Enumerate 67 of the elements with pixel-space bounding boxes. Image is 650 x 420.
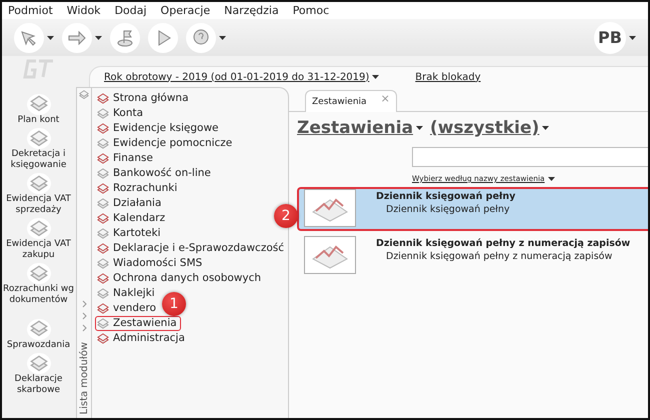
- report-description: Dziennik księgowań pełny z numeracją zapisów: [385, 251, 614, 262]
- report-title: Dziennik księgowań pełny z numeracją zapisów: [376, 238, 630, 249]
- dropdown-icon: [372, 75, 380, 79]
- stack-icon: [30, 95, 48, 113]
- module-item[interactable]: Ewidencje księgowe: [95, 121, 223, 136]
- module-item[interactable]: Wiadomości SMS: [95, 256, 206, 271]
- filter-dropdown[interactable]: (wszystkie): [430, 118, 550, 138]
- module-item[interactable]: Zestawienia: [95, 316, 181, 331]
- shortcut-button[interactable]: Sprawozdania: [2, 306, 75, 350]
- shortcut-button[interactable]: Ewidencja VAT sprzedaży: [2, 171, 75, 215]
- module-item[interactable]: Finanse: [95, 151, 157, 166]
- stack-icon: [30, 264, 48, 282]
- module-item[interactable]: Strona główna: [95, 91, 192, 106]
- report-title: Dziennik księgowań pełny: [376, 191, 516, 202]
- caret-icon: [542, 126, 550, 130]
- module-item[interactable]: vendero: [95, 301, 160, 316]
- report-row[interactable]: Dziennik księgowań pełny Dziennik księgowań pełny: [297, 187, 648, 231]
- toolbar-button[interactable]: [110, 22, 140, 52]
- report-row[interactable]: Dziennik księgowań pełny z numeracją zapisów Dziennik księgowań pełny z numeracją zapisów: [297, 234, 648, 278]
- shortcut-button[interactable]: Ewidencja VAT zakupu: [2, 216, 75, 260]
- menu-item[interactable]: Narzędzia: [223, 4, 280, 17]
- dropdown-icon: [548, 176, 555, 180]
- report-description: Dziennik księgowań pełny: [385, 204, 511, 215]
- module-item[interactable]: Ewidencje pomocnicze: [95, 136, 236, 151]
- menu-item[interactable]: Dodaj: [114, 4, 148, 17]
- menu-item[interactable]: Pomoc: [292, 4, 330, 17]
- category-dropdown[interactable]: Zestawienia: [297, 118, 424, 138]
- caret-icon: [219, 36, 226, 40]
- module-item[interactable]: Konta: [95, 106, 148, 121]
- caret-icon: [416, 126, 424, 130]
- fiscal-year-link[interactable]: Rok obrotowy - 2019 (od 01-01-2019 do 31-12-2019): [104, 72, 380, 82]
- toolbar-button[interactable]: [148, 22, 178, 52]
- caret-icon: [629, 36, 636, 40]
- module-item[interactable]: Naklejki: [95, 286, 159, 301]
- stack-icon: [30, 320, 48, 338]
- module-item[interactable]: Ochrona danych osobowych: [95, 271, 266, 286]
- stack-icon: [30, 354, 48, 372]
- user-button[interactable]: PB: [594, 22, 626, 54]
- shortcut-button[interactable]: Dekretacja i księgowanie: [2, 126, 75, 170]
- toolbar-button[interactable]: [186, 22, 216, 52]
- module-item[interactable]: Rozrachunki: [95, 181, 182, 196]
- shortcut-button[interactable]: Deklaracje skarbowe: [2, 351, 75, 395]
- menu-item[interactable]: Operacje: [160, 4, 212, 17]
- toolbar-button[interactable]: [62, 22, 92, 52]
- shortcut-button[interactable]: Plan kont: [2, 81, 75, 125]
- panel-label: Lista modułów: [78, 342, 90, 414]
- lock-link[interactable]: Brak blokady: [415, 72, 481, 82]
- stack-icon: [30, 130, 48, 148]
- help-icon: [191, 28, 211, 48]
- module-item[interactable]: Kalendarz: [95, 211, 170, 226]
- caret-icon: [95, 36, 102, 40]
- module-item[interactable]: Działania: [95, 196, 166, 211]
- module-item[interactable]: Deklaracje i e-Sprawozdawczość: [95, 241, 288, 256]
- stack-icon: [30, 174, 48, 192]
- tab[interactable]: Zestawienia ×: [305, 90, 397, 112]
- module-item[interactable]: Kartoteki: [95, 226, 165, 241]
- module-item[interactable]: Administracja: [95, 331, 189, 346]
- stack-icon: [30, 220, 48, 238]
- flag-icon: [115, 28, 135, 48]
- shortcut-button[interactable]: Rozrachunki wg dokumentów: [2, 261, 75, 305]
- caret-icon: [47, 36, 54, 40]
- menu-item[interactable]: Podmiot: [7, 4, 54, 17]
- toolbar-button[interactable]: [14, 22, 44, 52]
- search-field[interactable]: [412, 147, 648, 167]
- logo-icon: [22, 58, 56, 80]
- module-item[interactable]: Bankowość on-line: [95, 166, 215, 181]
- menu-item[interactable]: Widok: [66, 4, 102, 17]
